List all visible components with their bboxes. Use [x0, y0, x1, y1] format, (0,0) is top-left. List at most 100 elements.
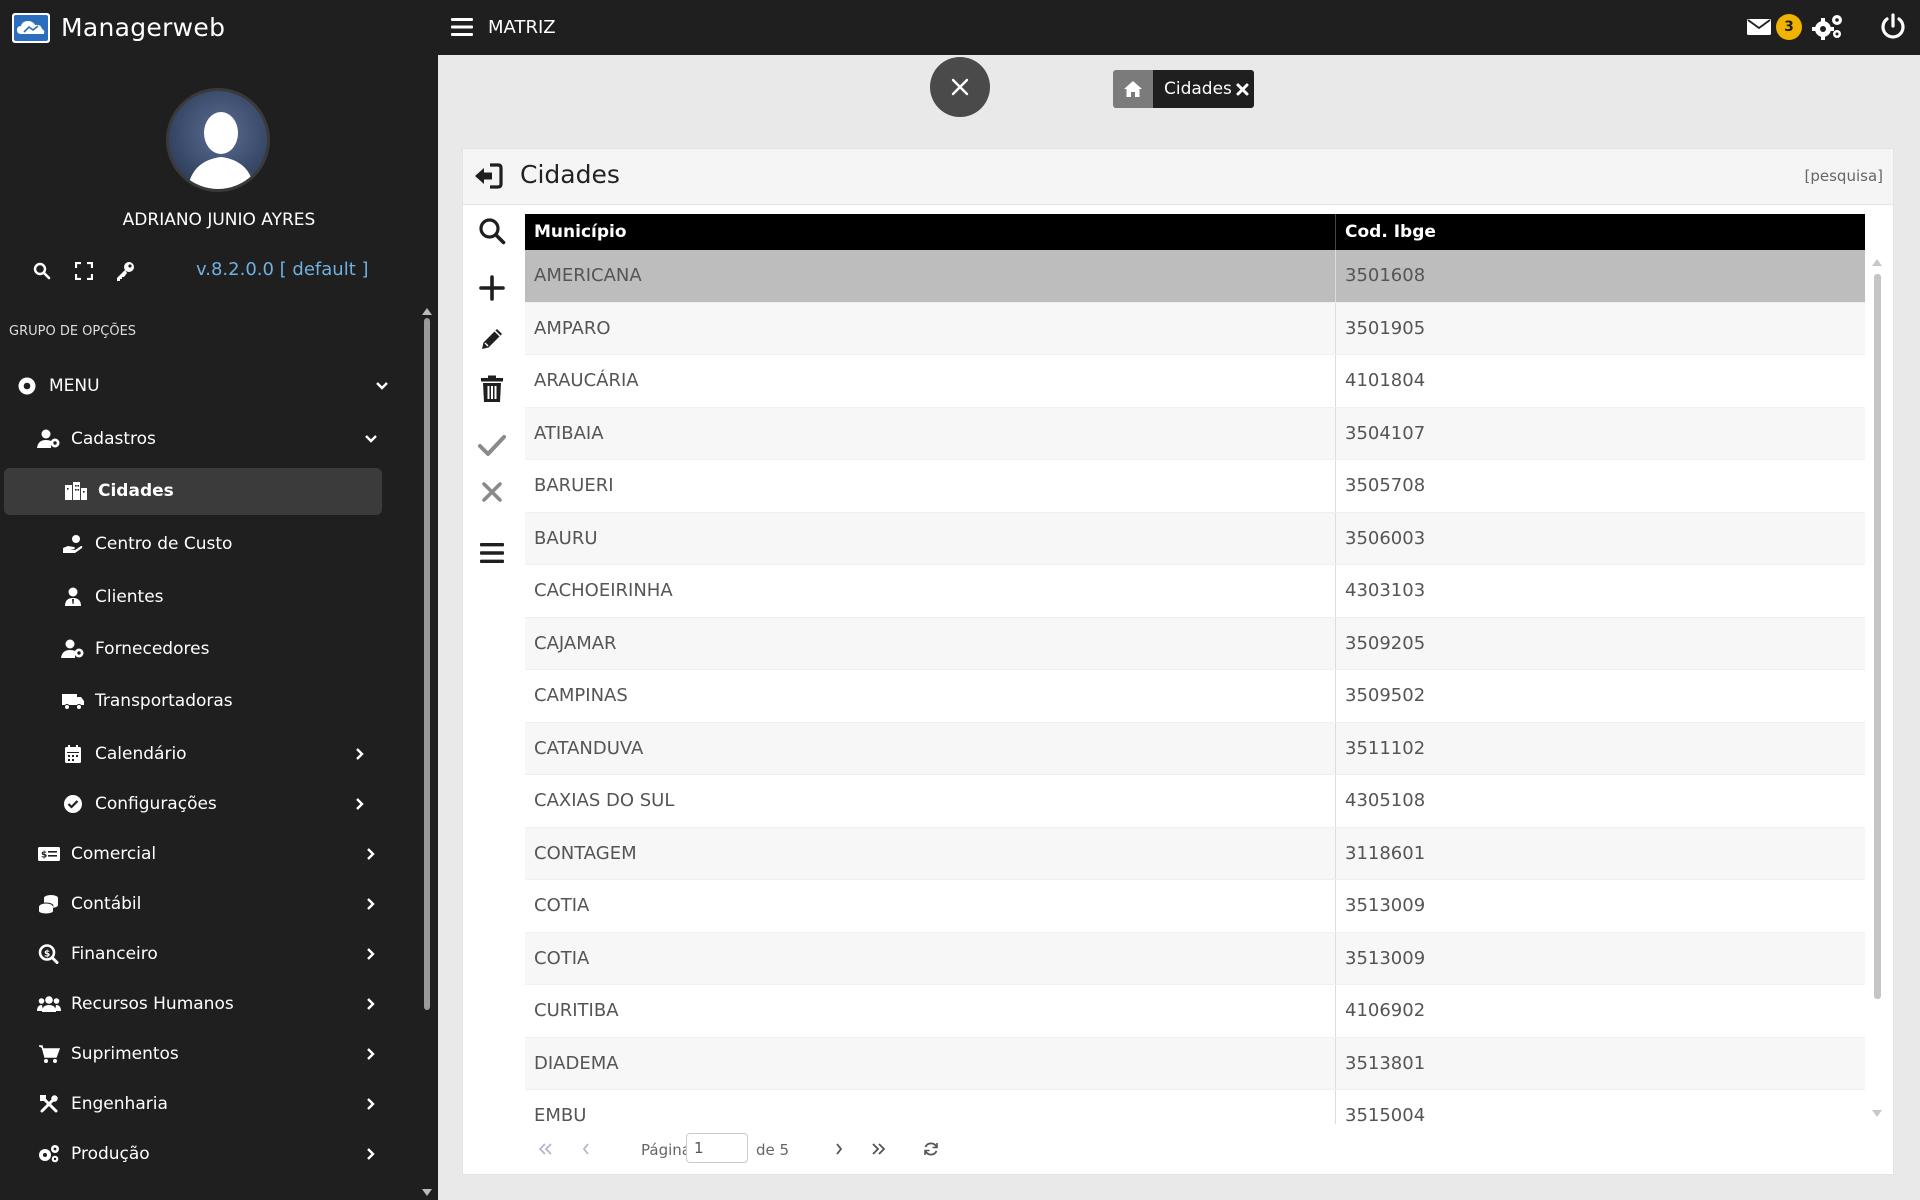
confirm-button[interactable]: [477, 430, 507, 460]
money-card-icon: $: [37, 844, 61, 864]
mail-icon[interactable]: [1746, 16, 1772, 38]
mail-count-badge[interactable]: 3: [1776, 14, 1802, 40]
tab-cidades[interactable]: Cidades: [1153, 70, 1254, 108]
table-row[interactable]: AMERICANA 3501608: [525, 250, 1865, 303]
key-icon[interactable]: [112, 258, 138, 284]
nav-clientes[interactable]: Clientes: [61, 586, 361, 608]
cloud-logo-icon: [12, 12, 50, 43]
page-number-input[interactable]: [686, 1133, 748, 1163]
nav-cadastros-label: Cadastros: [71, 429, 156, 449]
chevron-down-icon: [364, 432, 378, 446]
cell-cod-ibge: 4106902: [1345, 1000, 1426, 1022]
cancel-button[interactable]: [477, 477, 507, 507]
prev-page-icon[interactable]: [575, 1138, 597, 1160]
table-row[interactable]: BARUERI 3505708: [525, 460, 1865, 513]
hamburger-menu-icon[interactable]: [450, 15, 476, 39]
sign-in-icon[interactable]: [473, 163, 503, 189]
cell-cod-ibge: 4303103: [1345, 580, 1426, 602]
delete-button[interactable]: [477, 374, 507, 404]
nav-contabil[interactable]: Contábil: [37, 893, 378, 915]
search-link[interactable]: [pesquisa]: [1805, 167, 1883, 185]
nav-cadastros[interactable]: Cadastros: [37, 428, 378, 450]
branch-name[interactable]: MATRIZ: [488, 17, 556, 38]
svg-text:$: $: [44, 949, 50, 959]
svg-text:$: $: [41, 851, 47, 861]
cell-municipio: AMERICANA: [525, 250, 1336, 302]
cell-municipio: CATANDUVA: [525, 722, 1336, 774]
brand-name: Managerweb: [61, 13, 226, 42]
nav-financeiro[interactable]: $ Financeiro: [37, 943, 378, 965]
cell-cod-ibge: 3509502: [1345, 685, 1426, 707]
power-icon[interactable]: [1880, 13, 1906, 41]
nav-recursos-humanos[interactable]: Recursos Humanos: [37, 993, 378, 1015]
nav-calendario[interactable]: Calendário: [61, 743, 367, 765]
table-row[interactable]: ARAUCÁRIA 4101804: [525, 355, 1865, 408]
search-button[interactable]: [477, 216, 507, 246]
table-row[interactable]: CAMPINAS 3509502: [525, 670, 1865, 723]
tab-home[interactable]: [1113, 70, 1153, 108]
close-all-tabs-button[interactable]: [930, 57, 990, 117]
next-page-icon[interactable]: [828, 1138, 850, 1160]
cell-cod-ibge: 3513009: [1345, 895, 1426, 917]
fullscreen-icon[interactable]: [71, 258, 97, 284]
scroll-up-arrow-icon[interactable]: [421, 306, 433, 316]
scroll-down-arrow-icon[interactable]: [421, 1188, 433, 1198]
search-icon[interactable]: [29, 258, 55, 284]
brand[interactable]: Managerweb: [0, 0, 438, 55]
home-icon: [1124, 81, 1142, 97]
table-row[interactable]: CAXIAS DO SUL 4305108: [525, 775, 1865, 828]
table-row[interactable]: CACHOEIRINHA 4303103: [525, 565, 1865, 618]
table-row[interactable]: CURITIBA 4106902: [525, 985, 1865, 1038]
more-options-button[interactable]: [477, 538, 507, 568]
nav-comercial[interactable]: $ Comercial: [37, 843, 378, 865]
column-header-municipio[interactable]: Município: [525, 214, 1336, 250]
nav-contabil-label: Contábil: [71, 894, 142, 914]
users-icon: [37, 994, 61, 1014]
close-icon: [482, 482, 502, 502]
nav-cidades[interactable]: Cidades: [64, 480, 364, 502]
nav-menu[interactable]: MENU: [17, 375, 389, 397]
table-row[interactable]: EMBU 3515004: [525, 1090, 1865, 1124]
refresh-icon[interactable]: [920, 1138, 942, 1160]
chevron-right-icon: [364, 847, 378, 861]
nav-centro-de-custo[interactable]: Centro de Custo: [61, 533, 361, 555]
panel-title: Cidades: [520, 160, 620, 189]
sidebar-scrollbar[interactable]: [424, 318, 430, 1010]
check-icon: [478, 435, 506, 456]
user-name: ADRIANO JUNIO AYRES: [122, 210, 316, 230]
cell-cod-ibge: 3504107: [1345, 422, 1426, 444]
table-row[interactable]: CATANDUVA 3511102: [525, 722, 1865, 775]
settings-gears-icon[interactable]: [1812, 13, 1844, 41]
cell-municipio: COTIA: [525, 880, 1336, 932]
table-row[interactable]: COTIA 3513009: [525, 880, 1865, 933]
table-row[interactable]: DIADEMA 3513801: [525, 1037, 1865, 1090]
table-scrollbar[interactable]: [1874, 274, 1881, 999]
cell-municipio: CACHOEIRINHA: [525, 565, 1336, 617]
nav-configuracoes[interactable]: Configurações: [61, 793, 367, 815]
trash-icon: [481, 375, 503, 402]
nav-suprimentos[interactable]: Suprimentos: [37, 1043, 378, 1065]
table-row[interactable]: CAJAMAR 3509205: [525, 617, 1865, 670]
tab-close-icon[interactable]: [1236, 82, 1250, 96]
table-row[interactable]: AMPARO 3501905: [525, 302, 1865, 355]
cell-cod-ibge: 3515004: [1345, 1105, 1426, 1124]
version-label[interactable]: v.8.2.0.0 [ default ]: [196, 259, 369, 280]
add-button[interactable]: [477, 273, 507, 303]
last-page-icon[interactable]: [868, 1138, 890, 1160]
table-header: Município Cod. Ibge: [525, 214, 1865, 250]
scroll-up-arrow-icon[interactable]: [1871, 257, 1883, 267]
table-row[interactable]: ATIBAIA 3504107: [525, 407, 1865, 460]
table-row[interactable]: BAURU 3506003: [525, 512, 1865, 565]
scroll-down-arrow-icon[interactable]: [1871, 1109, 1883, 1119]
table-row[interactable]: CONTAGEM 3118601: [525, 827, 1865, 880]
nav-transportadoras[interactable]: Transportadoras: [61, 690, 361, 712]
edit-button[interactable]: [477, 324, 507, 354]
chevron-right-icon: [364, 1147, 378, 1161]
nav-engenharia[interactable]: Engenharia: [37, 1093, 378, 1115]
nav-fornecedores[interactable]: Fornecedores: [61, 638, 361, 660]
nav-producao[interactable]: Produção: [37, 1143, 378, 1165]
avatar[interactable]: [166, 88, 270, 192]
table-row[interactable]: COTIA 3513009: [525, 932, 1865, 985]
column-header-cod-ibge[interactable]: Cod. Ibge: [1336, 214, 1865, 250]
first-page-icon[interactable]: [534, 1138, 556, 1160]
